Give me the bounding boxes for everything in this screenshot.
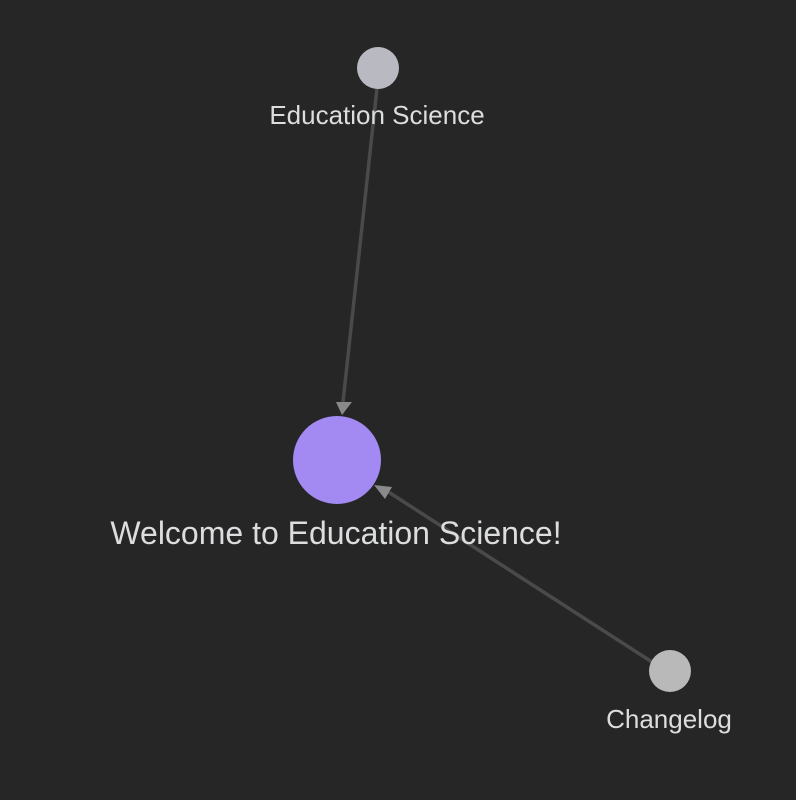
graph-view[interactable]: Education Science Welcome to Education S… <box>0 0 796 800</box>
node-label-changelog: Changelog <box>606 704 732 734</box>
link-education-science-to-welcome <box>341 86 379 404</box>
graph-canvas[interactable]: Education Science Welcome to Education S… <box>0 0 796 800</box>
node-label-welcome: Welcome to Education Science! <box>110 515 561 551</box>
arrow-head-icon <box>336 402 352 415</box>
node-label-education-science: Education Science <box>269 100 484 130</box>
node-education-science[interactable] <box>357 47 399 89</box>
node-welcome[interactable] <box>293 416 381 504</box>
node-changelog[interactable] <box>649 650 691 692</box>
